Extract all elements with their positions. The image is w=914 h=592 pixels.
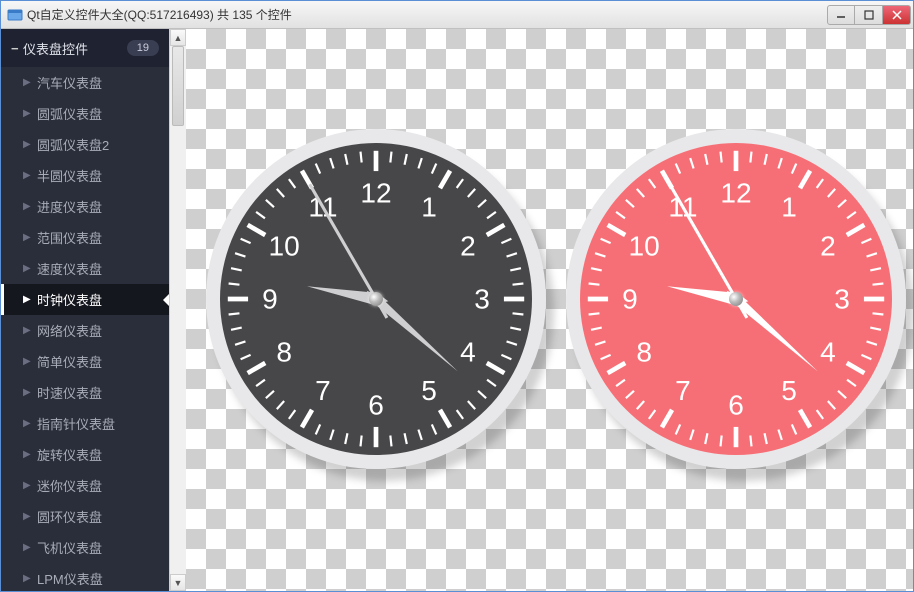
sidebar-item-label: 指南针仪表盘 [37, 414, 115, 433]
sidebar-group-header[interactable]: − 仪表盘控件 19 [1, 29, 169, 67]
chevron-right-icon: ▶ [23, 356, 37, 367]
clock-face: 121234567891011 [580, 143, 892, 455]
svg-text:4: 4 [820, 336, 836, 367]
chevron-right-icon: ▶ [23, 480, 37, 491]
sidebar-item-11[interactable]: ▶指南针仪表盘 [1, 408, 169, 439]
sidebar-item-6[interactable]: ▶速度仪表盘 [1, 253, 169, 284]
sidebar-item-label: 圆环仪表盘 [37, 507, 102, 526]
clock-hub [369, 292, 383, 306]
sidebar-item-3[interactable]: ▶半圆仪表盘 [1, 160, 169, 191]
svg-text:7: 7 [675, 375, 691, 406]
svg-text:5: 5 [421, 375, 437, 406]
svg-text:10: 10 [269, 230, 300, 261]
clock-hub [729, 292, 743, 306]
svg-text:2: 2 [820, 230, 836, 261]
sidebar-scrollbar[interactable]: ▲ ▼ [169, 29, 186, 591]
svg-text:1: 1 [421, 191, 437, 222]
svg-text:6: 6 [728, 389, 744, 420]
sidebar-item-label: 范围仪表盘 [37, 228, 102, 247]
svg-text:10: 10 [629, 230, 660, 261]
sidebar-item-label: 网络仪表盘 [37, 321, 102, 340]
clock-face: 121234567891011 [220, 143, 532, 455]
collapse-icon: − [11, 41, 23, 56]
sidebar-item-label: 时速仪表盘 [37, 383, 102, 402]
chevron-right-icon: ▶ [23, 387, 37, 398]
svg-text:3: 3 [834, 283, 850, 314]
svg-text:9: 9 [622, 283, 638, 314]
chevron-right-icon: ▶ [23, 325, 37, 336]
window-title: Qt自定义控件大全(QQ:517216493) 共 135 个控件 [27, 6, 827, 23]
sidebar-item-label: 进度仪表盘 [37, 197, 102, 216]
svg-text:7: 7 [315, 375, 331, 406]
svg-text:3: 3 [474, 283, 490, 314]
minimize-button[interactable] [827, 5, 855, 25]
scroll-up-icon[interactable]: ▲ [170, 29, 186, 46]
sidebar-item-label: 旋转仪表盘 [37, 445, 102, 464]
sidebar-item-label: 速度仪表盘 [37, 259, 102, 278]
chevron-right-icon: ▶ [23, 201, 37, 212]
svg-text:8: 8 [276, 336, 292, 367]
sidebar-item-12[interactable]: ▶旋转仪表盘 [1, 439, 169, 470]
sidebar-item-10[interactable]: ▶时速仪表盘 [1, 377, 169, 408]
titlebar[interactable]: Qt自定义控件大全(QQ:517216493) 共 135 个控件 [1, 1, 913, 29]
sidebar-group-label: 仪表盘控件 [23, 39, 88, 58]
maximize-button[interactable] [855, 5, 883, 25]
chevron-right-icon: ▶ [23, 263, 37, 274]
sidebar-item-label: 迷你仪表盘 [37, 476, 102, 495]
chevron-right-icon: ▶ [23, 139, 37, 150]
sidebar-item-8[interactable]: ▶网络仪表盘 [1, 315, 169, 346]
chevron-right-icon: ▶ [23, 170, 37, 181]
sidebar-item-14[interactable]: ▶圆环仪表盘 [1, 501, 169, 532]
sidebar-item-0[interactable]: ▶汽车仪表盘 [1, 67, 169, 98]
svg-text:1: 1 [781, 191, 797, 222]
sidebar-badge: 19 [127, 40, 159, 56]
chevron-right-icon: ▶ [23, 573, 37, 584]
clock-red: 121234567891011 [566, 129, 906, 469]
scroll-down-icon[interactable]: ▼ [170, 574, 186, 591]
scroll-track[interactable] [170, 46, 186, 574]
close-button[interactable] [883, 5, 911, 25]
sidebar-item-label: LPM仪表盘 [37, 569, 103, 588]
svg-text:12: 12 [720, 177, 751, 208]
sidebar-item-9[interactable]: ▶简单仪表盘 [1, 346, 169, 377]
svg-text:4: 4 [460, 336, 476, 367]
svg-text:5: 5 [781, 375, 797, 406]
sidebar-item-label: 圆弧仪表盘 [37, 104, 102, 123]
svg-text:12: 12 [360, 177, 391, 208]
sidebar: − 仪表盘控件 19 ▶汽车仪表盘▶圆弧仪表盘▶圆弧仪表盘2▶半圆仪表盘▶进度仪… [1, 29, 186, 591]
sidebar-item-label: 圆弧仪表盘2 [37, 135, 109, 154]
preview-canvas: 121234567891011 121234567891011 [186, 29, 913, 591]
chevron-right-icon: ▶ [23, 542, 37, 553]
sidebar-item-label: 简单仪表盘 [37, 352, 102, 371]
sidebar-item-label: 时钟仪表盘 [37, 290, 102, 309]
svg-text:2: 2 [460, 230, 476, 261]
svg-text:8: 8 [636, 336, 652, 367]
sidebar-item-5[interactable]: ▶范围仪表盘 [1, 222, 169, 253]
chevron-right-icon: ▶ [23, 511, 37, 522]
chevron-right-icon: ▶ [23, 449, 37, 460]
sidebar-item-2[interactable]: ▶圆弧仪表盘2 [1, 129, 169, 160]
sidebar-item-15[interactable]: ▶飞机仪表盘 [1, 532, 169, 563]
sidebar-item-label: 汽车仪表盘 [37, 73, 102, 92]
sidebar-item-1[interactable]: ▶圆弧仪表盘 [1, 98, 169, 129]
chevron-right-icon: ▶ [23, 108, 37, 119]
sidebar-item-16[interactable]: ▶LPM仪表盘 [1, 563, 169, 591]
chevron-right-icon: ▶ [23, 232, 37, 243]
sidebar-item-label: 飞机仪表盘 [37, 538, 102, 557]
chevron-right-icon: ▶ [23, 77, 37, 88]
clock-dark: 121234567891011 [206, 129, 546, 469]
sidebar-item-13[interactable]: ▶迷你仪表盘 [1, 470, 169, 501]
app-window: Qt自定义控件大全(QQ:517216493) 共 135 个控件 − 仪表盘控… [0, 0, 914, 592]
svg-text:6: 6 [368, 389, 384, 420]
chevron-right-icon: ▶ [23, 294, 37, 305]
sidebar-item-4[interactable]: ▶进度仪表盘 [1, 191, 169, 222]
svg-text:9: 9 [262, 283, 278, 314]
scroll-thumb[interactable] [172, 46, 184, 126]
chevron-right-icon: ▶ [23, 418, 37, 429]
app-icon [7, 7, 23, 23]
sidebar-item-label: 半圆仪表盘 [37, 166, 102, 185]
sidebar-item-7[interactable]: ▶时钟仪表盘 [1, 284, 169, 315]
